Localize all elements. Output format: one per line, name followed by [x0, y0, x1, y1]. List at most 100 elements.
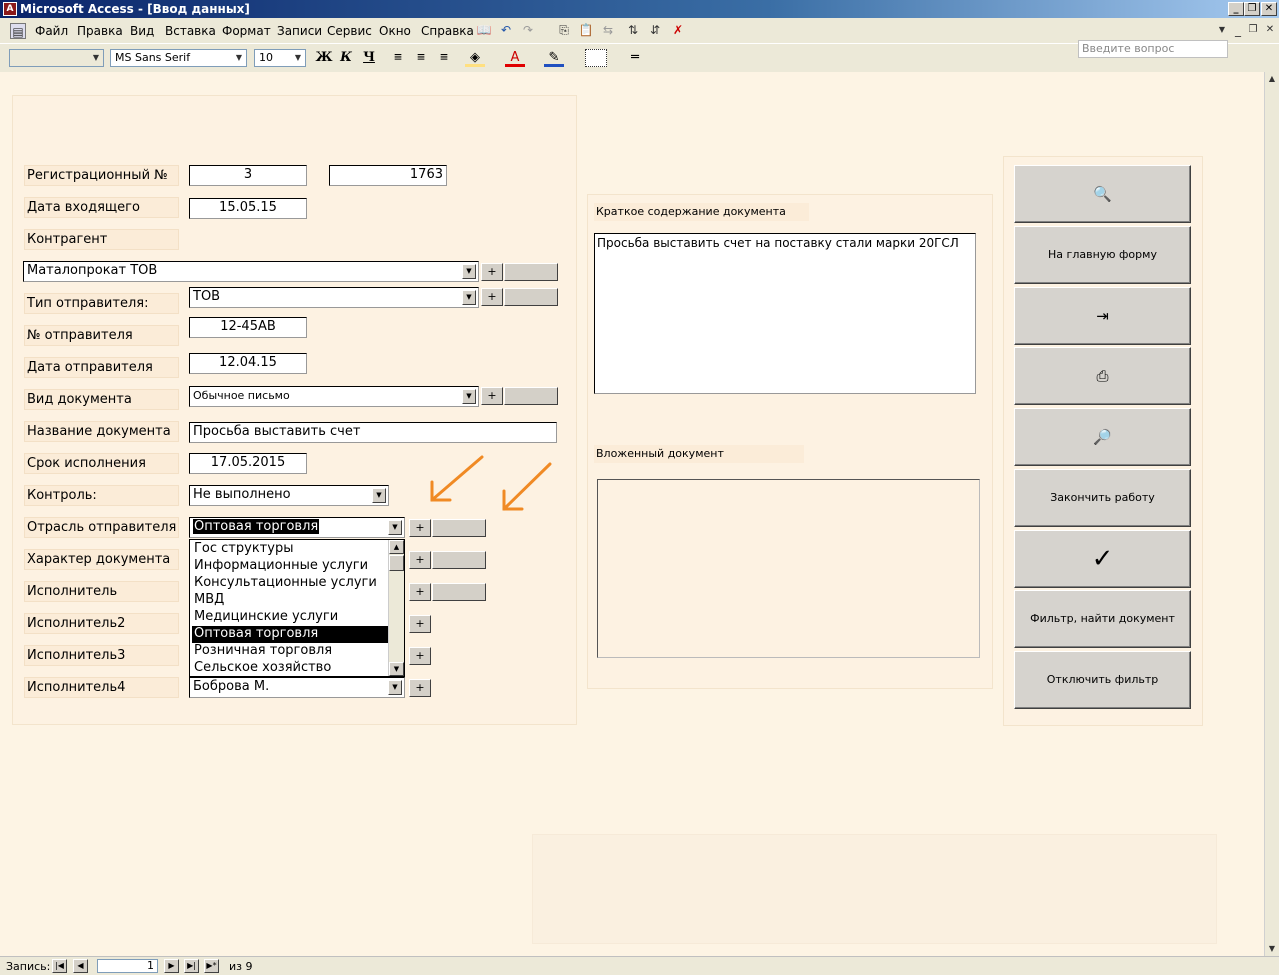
list-item[interactable]: Гос структуры	[192, 541, 388, 558]
doc-character-action-button[interactable]	[432, 551, 486, 569]
finish-work-button[interactable]: Закончить работу	[1014, 469, 1191, 527]
next-record-icon[interactable]: ▶	[164, 959, 179, 973]
control-combo[interactable]: Не выполнено ▼	[189, 485, 389, 506]
list-item[interactable]: МВД	[192, 592, 388, 609]
add-executor-button[interactable]: +	[409, 583, 431, 601]
doc-restore-icon[interactable]: ❐	[1245, 22, 1261, 38]
sender-no-field[interactable]: 12-45АВ	[189, 317, 307, 338]
border-style-icon[interactable]	[585, 49, 607, 67]
new-record-icon[interactable]: ▶*	[204, 959, 219, 973]
insert-record-icon[interactable]: ⇆	[600, 22, 616, 38]
help-search-input[interactable]: Введите вопрос	[1078, 40, 1228, 58]
sender-date-field[interactable]: 12.04.15	[189, 353, 307, 374]
scroll-down-icon[interactable]: ▼	[389, 662, 404, 676]
fill-color-icon[interactable]: ◈	[465, 49, 485, 67]
scroll-up-icon[interactable]: ▲	[1266, 73, 1278, 85]
add-sender-type-button[interactable]: +	[481, 288, 503, 306]
chevron-down-icon[interactable]: ▼	[388, 680, 402, 695]
deadline-field[interactable]: 17.05.2015	[189, 453, 307, 474]
list-item[interactable]: Консультационные услуги	[192, 575, 388, 592]
print-button[interactable]: ⎙	[1014, 347, 1191, 405]
main-form-button[interactable]: На главную форму	[1014, 226, 1191, 284]
list-item[interactable]: Медицинские услуги	[192, 609, 388, 626]
summary-textarea[interactable]: Просьба выставить счет на поставку стали…	[594, 233, 976, 394]
menu-view[interactable]: Вид	[130, 24, 154, 38]
scroll-up-icon[interactable]: ▲	[389, 540, 404, 554]
sender-type-action-button[interactable]	[504, 288, 558, 306]
list-scrollbar[interactable]: ▲ ▼	[388, 540, 404, 676]
first-record-icon[interactable]: |◀	[52, 959, 67, 973]
doc-kind-combo[interactable]: Обычное письмо ▼	[189, 386, 479, 407]
record-number-input[interactable]: 1	[97, 959, 158, 973]
chevron-down-icon[interactable]: ▼	[462, 389, 476, 404]
delete-record-icon[interactable]: ✗	[670, 22, 686, 38]
doc-name-field[interactable]: Просьба выставить счет	[189, 422, 557, 443]
line-width-icon[interactable]: ═	[625, 49, 645, 67]
menu-format[interactable]: Формат	[222, 24, 271, 38]
industry-dropdown-list[interactable]: Гос структуры Информационные услуги Конс…	[189, 539, 405, 677]
bold-button[interactable]: Ж	[314, 49, 334, 67]
minimize-icon[interactable]: _	[1228, 2, 1244, 16]
doc-minimize-icon[interactable]: _	[1230, 22, 1246, 38]
object-combo[interactable]: ▼	[9, 49, 104, 67]
executor-action-button[interactable]	[432, 583, 486, 601]
menu-records[interactable]: Записи	[277, 24, 322, 38]
help-dropdown-icon[interactable]: ▼	[1214, 22, 1230, 38]
menu-window[interactable]: Окно	[379, 24, 411, 38]
chevron-down-icon[interactable]: ▼	[388, 520, 402, 535]
filter-off-button[interactable]: Отключить фильтр	[1014, 651, 1191, 709]
chevron-down-icon[interactable]: ▼	[462, 290, 476, 305]
reg-number-field-2[interactable]: 1763	[329, 165, 447, 186]
sender-type-combo[interactable]: ТОВ ▼	[189, 287, 479, 308]
confirm-button[interactable]: ✓	[1014, 530, 1191, 588]
restore-icon[interactable]: ❐	[1244, 2, 1260, 16]
menu-insert[interactable]: Вставка	[165, 24, 216, 38]
last-record-icon[interactable]: ▶|	[184, 959, 199, 973]
workspace-scrollbar[interactable]	[1264, 72, 1279, 956]
line-color-icon[interactable]: ✎	[544, 49, 564, 67]
form-icon[interactable]: ▤	[10, 23, 26, 39]
industry-action-button[interactable]	[432, 519, 486, 537]
attached-doc-frame[interactable]	[597, 479, 980, 658]
scroll-thumb[interactable]	[389, 555, 404, 571]
chevron-down-icon[interactable]: ▼	[372, 488, 386, 503]
copy-icon[interactable]: ⎘	[556, 22, 572, 38]
list-item[interactable]: Сельское хозяйство	[192, 660, 388, 677]
list-item-selected[interactable]: Оптовая торговля	[192, 626, 388, 643]
date-in-field[interactable]: 15.05.15	[189, 198, 307, 219]
menu-help[interactable]: Справка	[421, 24, 474, 38]
add-executor2-button[interactable]: +	[409, 615, 431, 633]
filter-find-button[interactable]: Фильтр, найти документ	[1014, 590, 1191, 648]
executor4-combo[interactable]: Боброва М. ▼	[189, 677, 405, 698]
book-icon[interactable]: 📖	[476, 22, 492, 38]
undo-icon[interactable]: ↶	[498, 22, 514, 38]
redo-icon[interactable]: ↷	[520, 22, 536, 38]
font-color-button[interactable]: A	[505, 49, 525, 67]
add-executor3-button[interactable]: +	[409, 647, 431, 665]
doc-kind-action-button[interactable]	[504, 387, 558, 405]
list-item[interactable]: Розничная торговля	[192, 643, 388, 660]
list-item[interactable]: Информационные услуги	[192, 558, 388, 575]
sort-desc-icon[interactable]: ⇵	[647, 22, 663, 38]
paste-icon[interactable]: 📋	[578, 22, 594, 38]
align-center-icon[interactable]: ≡	[411, 49, 431, 67]
add-industry-button[interactable]: +	[409, 519, 431, 537]
sort-asc-icon[interactable]: ⇅	[625, 22, 641, 38]
counterparty-action-button[interactable]	[504, 263, 558, 281]
add-counterparty-button[interactable]: +	[481, 263, 503, 281]
align-left-icon[interactable]: ≡	[388, 49, 408, 67]
add-doc-kind-button[interactable]: +	[481, 387, 503, 405]
industry-combo[interactable]: Оптовая торговля ▼	[189, 517, 405, 538]
menu-edit[interactable]: Правка	[77, 24, 123, 38]
find-button[interactable]: 🔍	[1014, 165, 1191, 223]
add-doc-character-button[interactable]: +	[409, 551, 431, 569]
doc-close-icon[interactable]: ✕	[1262, 22, 1278, 38]
add-executor4-button[interactable]: +	[409, 679, 431, 697]
scroll-down-icon[interactable]: ▼	[1266, 943, 1278, 955]
align-right-icon[interactable]: ≡	[434, 49, 454, 67]
preview-button[interactable]: 🔎	[1014, 408, 1191, 466]
italic-button[interactable]: К	[336, 49, 356, 67]
font-combo[interactable]: MS Sans Serif ▼	[110, 49, 247, 67]
prev-record-icon[interactable]: ◀	[73, 959, 88, 973]
reg-number-field[interactable]: 3	[189, 165, 307, 186]
